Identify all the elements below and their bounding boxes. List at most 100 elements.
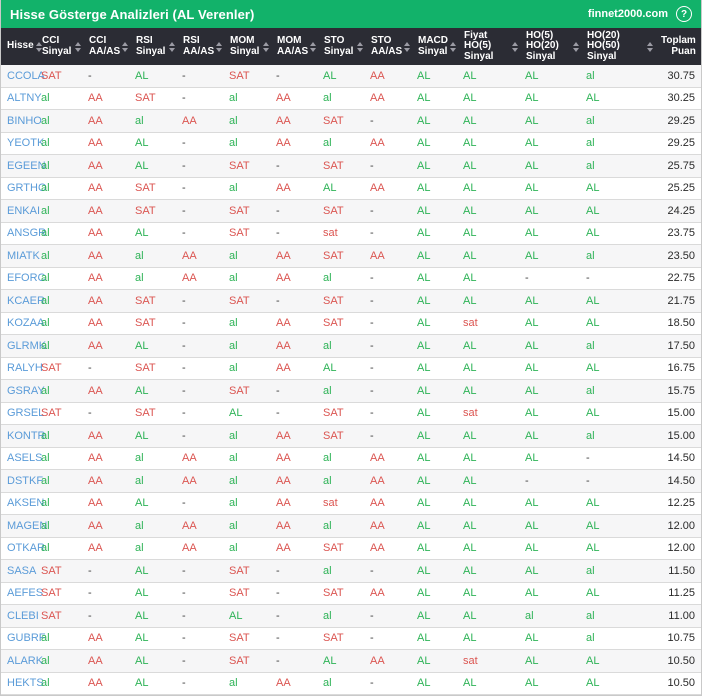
sort-icon[interactable]: [73, 41, 81, 52]
ticker-cell[interactable]: GLRMK: [1, 340, 46, 352]
column-header-rsi-aa-as[interactable]: RSI AA/AS: [178, 28, 225, 65]
sort-icon[interactable]: [448, 41, 456, 52]
sort-icon[interactable]: [645, 41, 653, 52]
signal-cell: SAT: [229, 654, 250, 667]
ticker-cell[interactable]: CLEBI: [1, 610, 39, 622]
ticker-cell[interactable]: GUBRF: [1, 632, 46, 644]
signal-cell: AA: [276, 249, 291, 262]
signal-cell: SAT: [135, 294, 156, 307]
signal-cell: AL: [417, 384, 431, 397]
sort-icon[interactable]: [571, 41, 579, 52]
ticker-cell[interactable]: AKSEN: [1, 497, 44, 509]
signal-cell: -: [88, 362, 92, 375]
ticker-cell[interactable]: GRSEL: [1, 407, 44, 419]
column-header-ho5-ho20-sinyal[interactable]: HO(5) HO(20) Sinyal: [521, 28, 582, 65]
column-header-mom-sinyal[interactable]: MOM Sinyal: [225, 28, 272, 65]
signal-cell: AL: [463, 519, 477, 532]
sort-icon[interactable]: [214, 41, 223, 52]
ticker-cell[interactable]: SASA: [1, 565, 37, 577]
ticker-cell[interactable]: KCAER: [1, 295, 45, 307]
ticker-cell[interactable]: DSTKF: [1, 475, 43, 487]
ticker-cell[interactable]: CCOLA: [1, 70, 45, 82]
ticker-cell[interactable]: ALTNY: [1, 92, 42, 104]
signal-cell: -: [182, 497, 186, 510]
column-header-fiyat-ho5-sinyal[interactable]: Fiyat HO(5) Sinyal: [459, 28, 521, 65]
table-row: YEOTK al AA AL - al AA al AA AL AL AL al 29.25: [1, 132, 701, 155]
ticker-cell[interactable]: OTKAR: [1, 542, 45, 554]
column-header-hisse[interactable]: Hisse: [1, 28, 42, 65]
column-header-rsi-sinyal[interactable]: RSI Sinyal: [131, 28, 178, 65]
table-row: ASELS al AA al AA al AA al AA AL AL AL -14.50: [1, 447, 701, 470]
column-label: CCI Sinyal: [42, 35, 72, 57]
ticker-cell[interactable]: ENKAI: [1, 205, 40, 217]
signal-cell: AL: [586, 317, 600, 330]
sort-icon[interactable]: [261, 41, 269, 52]
signal-cell: AL: [417, 542, 431, 555]
column-header-sto-sinyal[interactable]: STO Sinyal: [319, 28, 366, 65]
signal-cell: AA: [276, 677, 291, 690]
total-score-cell: 18.50: [667, 317, 695, 330]
signal-cell: AL: [525, 564, 539, 577]
sort-icon[interactable]: [402, 41, 411, 52]
total-score-cell: 25.75: [667, 159, 695, 172]
column-header-cci-aa-as[interactable]: CCI AA/AS: [84, 28, 131, 65]
signal-cell: al: [323, 272, 332, 285]
column-header-macd-sinyal[interactable]: MACD Sinyal: [413, 28, 459, 65]
column-header-mom-aa-as[interactable]: MOM AA/AS: [272, 28, 319, 65]
signal-cell: al: [229, 452, 238, 465]
ticker-cell[interactable]: ASELS: [1, 452, 42, 464]
signal-cell: AL: [417, 452, 431, 465]
ticker-cell[interactable]: EGEEN: [1, 160, 46, 172]
help-icon[interactable]: ?: [676, 6, 692, 22]
signal-cell: -: [370, 407, 374, 420]
signal-cell: al: [229, 542, 238, 555]
total-score-cell: 30.25: [667, 92, 695, 105]
column-header-cci-sinyal[interactable]: CCI Sinyal: [37, 28, 84, 65]
ticker-cell[interactable]: GSRAY: [1, 385, 45, 397]
signal-cell: al: [323, 137, 332, 150]
ticker-cell[interactable]: HEKTS: [1, 677, 44, 689]
ticker-cell[interactable]: KOZAA: [1, 317, 44, 329]
column-label: RSI AA/AS: [183, 35, 215, 57]
sort-icon[interactable]: [167, 41, 175, 52]
signal-cell: al: [41, 452, 50, 465]
total-score-cell: 17.50: [667, 339, 695, 352]
signal-cell: AA: [182, 452, 197, 465]
signal-cell: AL: [135, 564, 149, 577]
signal-cell: -: [276, 384, 280, 397]
column-header-sto-aa-as[interactable]: STO AA/AS: [366, 28, 413, 65]
ticker-cell[interactable]: AEFES: [1, 587, 43, 599]
signal-cell: AL: [525, 384, 539, 397]
ticker-cell[interactable]: RALYH: [1, 362, 43, 374]
ticker-cell[interactable]: MIATK: [1, 250, 40, 262]
ticker-cell[interactable]: EFORC: [1, 272, 46, 284]
column-header-toplam-puan[interactable]: Toplam Puan: [656, 28, 701, 65]
total-score-cell: 24.25: [667, 204, 695, 217]
ticker-cell[interactable]: GRTHO: [1, 182, 47, 194]
sort-icon[interactable]: [510, 41, 518, 52]
sort-icon[interactable]: [308, 41, 317, 52]
ticker-cell[interactable]: KONTR: [1, 430, 46, 442]
ticker-cell[interactable]: MAGEN: [1, 520, 47, 532]
signal-cell: AL: [525, 677, 539, 690]
ticker-cell[interactable]: ALARK: [1, 655, 43, 667]
table-row: ENKAI al AA SAT - SAT - SAT - AL AL AL AL 24.25: [1, 200, 701, 223]
signal-cell: SAT: [229, 159, 250, 172]
ticker-cell[interactable]: BINHO: [1, 115, 42, 127]
signal-cell: al: [229, 272, 238, 285]
column-label: MACD Sinyal: [418, 35, 448, 57]
signal-cell: AL: [586, 497, 600, 510]
sort-icon[interactable]: [355, 41, 363, 52]
column-header-ho20-ho50-sinyal[interactable]: HO(20) HO(50) Sinyal: [582, 28, 656, 65]
signal-cell: SAT: [323, 587, 344, 600]
ticker-cell[interactable]: YEOTK: [1, 137, 44, 149]
sort-icon[interactable]: [120, 41, 129, 52]
ticker-cell[interactable]: ANSGR: [1, 227, 46, 239]
signal-cell: AA: [88, 339, 103, 352]
table-row: OTKAR al AA al AA al AA SAT AA AL AL AL AL 12.00: [1, 537, 701, 560]
table-row: MIATK al AA al AA al AA SAT AA AL AL AL al 23.50: [1, 245, 701, 268]
signal-cell: AA: [370, 69, 385, 82]
signal-cell: AA: [182, 114, 197, 127]
signal-cell: -: [370, 632, 374, 645]
total-score-cell: 10.50: [667, 677, 695, 690]
